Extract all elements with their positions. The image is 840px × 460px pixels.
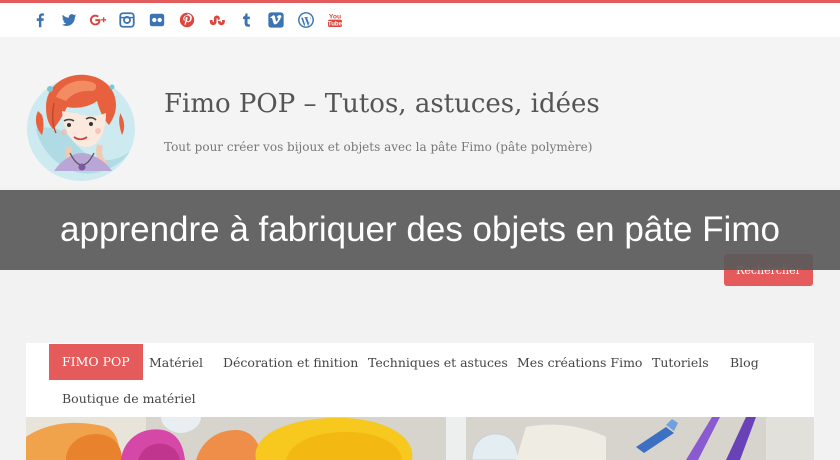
site-header: Fimo POP – Tutos, astuces, idées Tout po…: [0, 37, 840, 187]
nav-item-techniques[interactable]: Techniques et astuces: [368, 355, 508, 370]
banner-text: apprendre à fabriquer des objets en pâte…: [60, 210, 780, 249]
youtube-icon[interactable]: You Tube: [325, 10, 345, 30]
wordpress-icon[interactable]: [296, 10, 316, 30]
logo-illustration[interactable]: [24, 67, 142, 185]
tumblr-icon[interactable]: [236, 10, 256, 30]
nav-item-blog[interactable]: Blog: [730, 355, 759, 370]
hero-image: [26, 417, 814, 460]
nav-item-creations[interactable]: Mes créations Fimo: [517, 355, 642, 370]
nav-item-fimo-pop[interactable]: FIMO POP: [49, 344, 143, 380]
stumbleupon-icon[interactable]: [207, 10, 227, 30]
flickr-icon[interactable]: [147, 10, 167, 30]
twitter-icon[interactable]: [59, 10, 79, 30]
nav-item-materiel[interactable]: Matériel: [149, 355, 203, 370]
caption-banner: apprendre à fabriquer des objets en pâte…: [0, 190, 840, 270]
site-title[interactable]: Fimo POP – Tutos, astuces, idées: [164, 89, 600, 119]
svg-text:Tube: Tube: [328, 21, 343, 28]
instagram-icon[interactable]: [117, 10, 137, 30]
site-tagline: Tout pour créer vos bijoux et objets ave…: [164, 140, 593, 154]
facebook-icon[interactable]: [30, 10, 50, 30]
vimeo-icon[interactable]: [266, 10, 286, 30]
main-navigation: FIMO POP Matériel Décoration et finition…: [26, 343, 814, 417]
nav-item-boutique[interactable]: Boutique de matériel: [62, 391, 196, 406]
nav-item-tutoriels[interactable]: Tutoriels: [652, 355, 709, 370]
nav-item-decoration[interactable]: Décoration et finition: [223, 355, 358, 370]
pinterest-icon[interactable]: [177, 10, 197, 30]
svg-text:You: You: [329, 14, 341, 21]
google-plus-icon[interactable]: [88, 10, 108, 30]
social-bar: You Tube: [0, 3, 840, 37]
